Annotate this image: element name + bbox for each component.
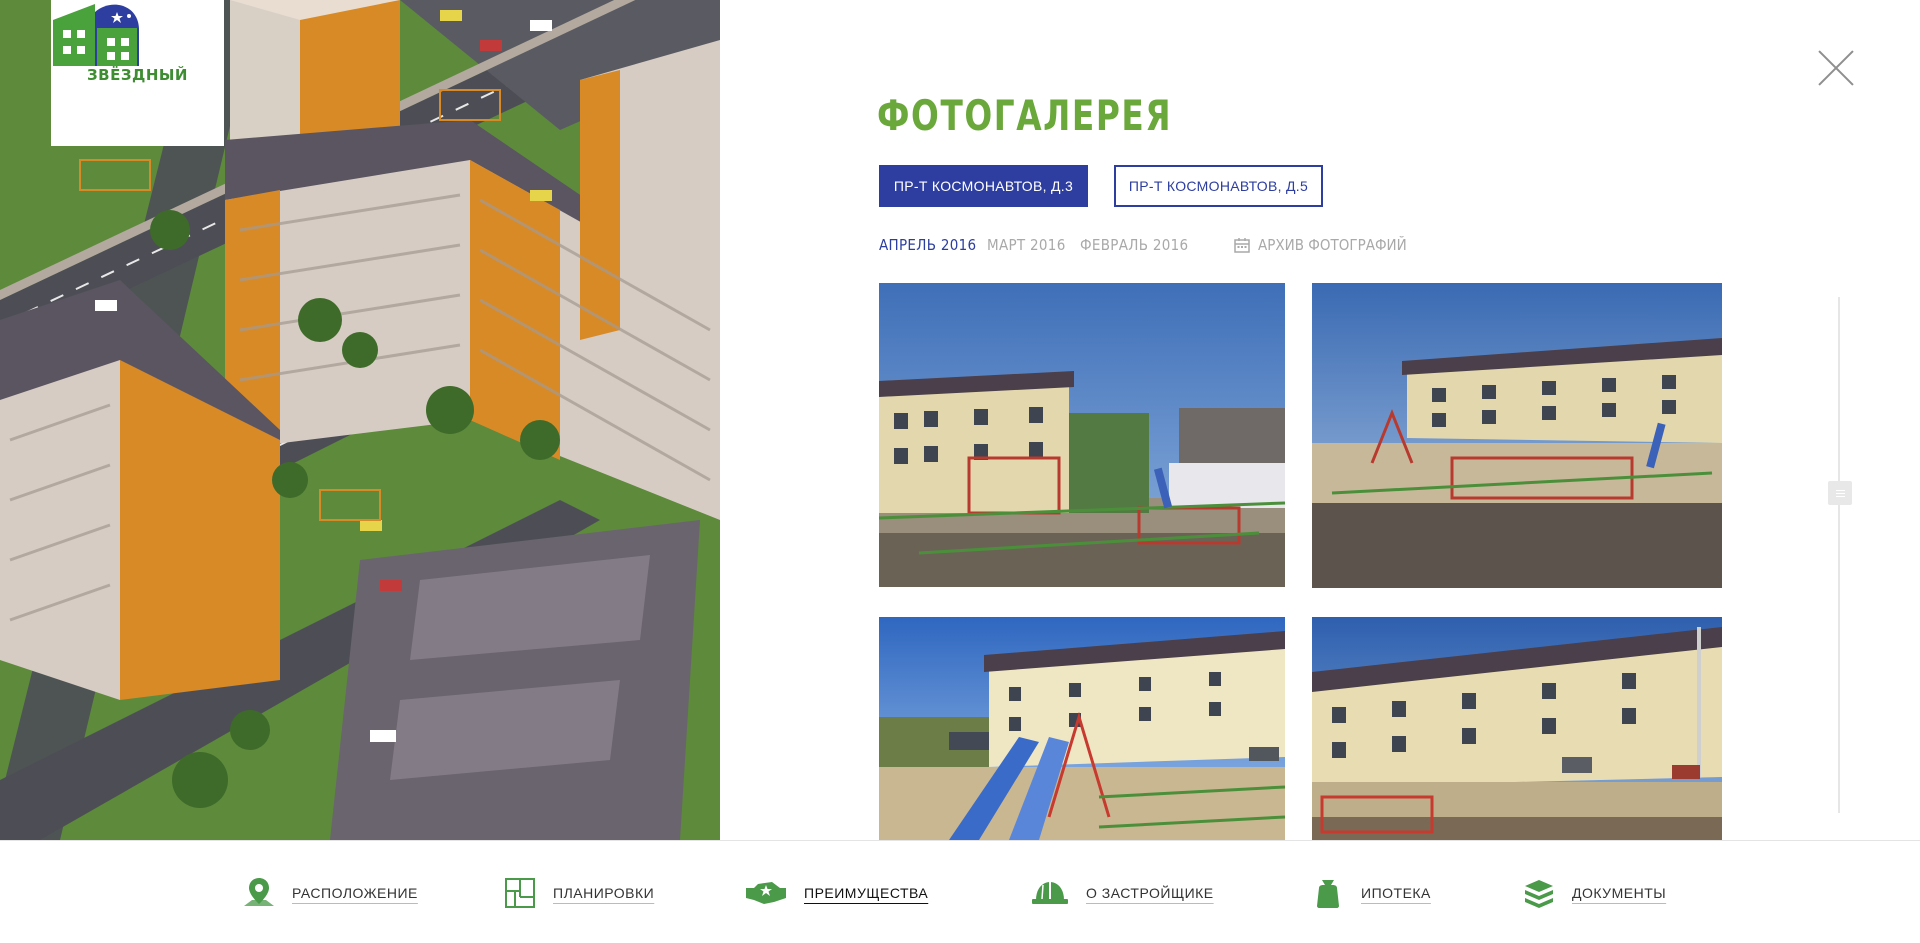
photo-slide-building	[879, 617, 1285, 840]
nav-label-advantages: ПРЕИМУЩЕСТВА	[804, 885, 929, 901]
photo-building-playground	[879, 283, 1285, 587]
nav-label-floor-plans: ПЛАНИРОВКИ	[553, 885, 655, 901]
logo[interactable]: ЗВЁЗДНЫЙ	[51, 0, 224, 146]
nav-item-advantages[interactable]: ПРЕИМУЩЕСТВА	[744, 873, 928, 913]
building-logo-icon	[53, 4, 139, 66]
advantages-icon	[744, 876, 788, 910]
address-tab-kosmonavtov-5[interactable]: ПР-Т КОСМОНАВТОВ, Д.5	[1114, 165, 1323, 207]
gallery-photo[interactable]	[1312, 617, 1722, 840]
nav-item-about-builder[interactable]: О ЗАСТРОЙЩИКЕ	[1030, 873, 1214, 913]
archive-label: АРХИВ ФОТОГРАФИЙ	[1258, 236, 1407, 254]
floor-plan-icon	[503, 876, 537, 910]
nav-label-location: РАСПОЛОЖЕНИЕ	[292, 885, 418, 901]
month-tab-april-2016[interactable]: АПРЕЛЬ 2016	[879, 234, 976, 256]
page-title: ФОТОГАЛЕРЕЯ	[877, 91, 1173, 140]
nav-label-documents: ДОКУМЕНТЫ	[1572, 885, 1667, 901]
bottom-navigation: РАСПОЛОЖЕНИЕ ПЛАНИРОВКИ ПРЕИМУЩЕСТВА О З…	[0, 840, 1920, 943]
scrollbar-track[interactable]	[1838, 297, 1840, 813]
month-tab-february-2016[interactable]: ФЕВРАЛЬ 2016	[1080, 234, 1188, 256]
gallery-photo[interactable]	[1312, 283, 1722, 588]
gallery-photo[interactable]	[879, 617, 1285, 840]
calendar-icon	[1234, 238, 1250, 253]
close-icon[interactable]	[1816, 48, 1856, 88]
nav-label-about-builder: О ЗАСТРОЙЩИКЕ	[1086, 885, 1214, 901]
nav-item-documents[interactable]: ДОКУМЕНТЫ	[1522, 873, 1666, 913]
location-pin-icon	[242, 876, 276, 910]
nav-item-floor-plans[interactable]: ПЛАНИРОВКИ	[503, 873, 654, 913]
month-tab-march-2016[interactable]: МАРТ 2016	[987, 234, 1066, 256]
scrollbar-handle[interactable]	[1828, 481, 1852, 505]
nav-item-mortgage[interactable]: ИПОТЕКА	[1311, 873, 1431, 913]
brand-name: ЗВЁЗДНЫЙ	[86, 66, 188, 84]
photo-building-facade	[1312, 617, 1722, 840]
address-tab-kosmonavtov-3[interactable]: ПР-Т КОСМОНАВТОВ, Д.3	[879, 165, 1088, 207]
money-bag-icon	[1311, 876, 1345, 910]
builder-helmet-icon	[1030, 876, 1070, 910]
gallery-photo[interactable]	[879, 283, 1285, 587]
hero-aerial-render: ЗВЁЗДНЫЙ	[0, 0, 720, 840]
nav-label-mortgage: ИПОТЕКА	[1361, 885, 1431, 901]
nav-item-location[interactable]: РАСПОЛОЖЕНИЕ	[242, 873, 418, 913]
photo-building-courtyard	[1312, 283, 1722, 588]
photo-archive-link[interactable]: АРХИВ ФОТОГРАФИЙ	[1234, 234, 1407, 256]
documents-stack-icon	[1522, 876, 1556, 910]
